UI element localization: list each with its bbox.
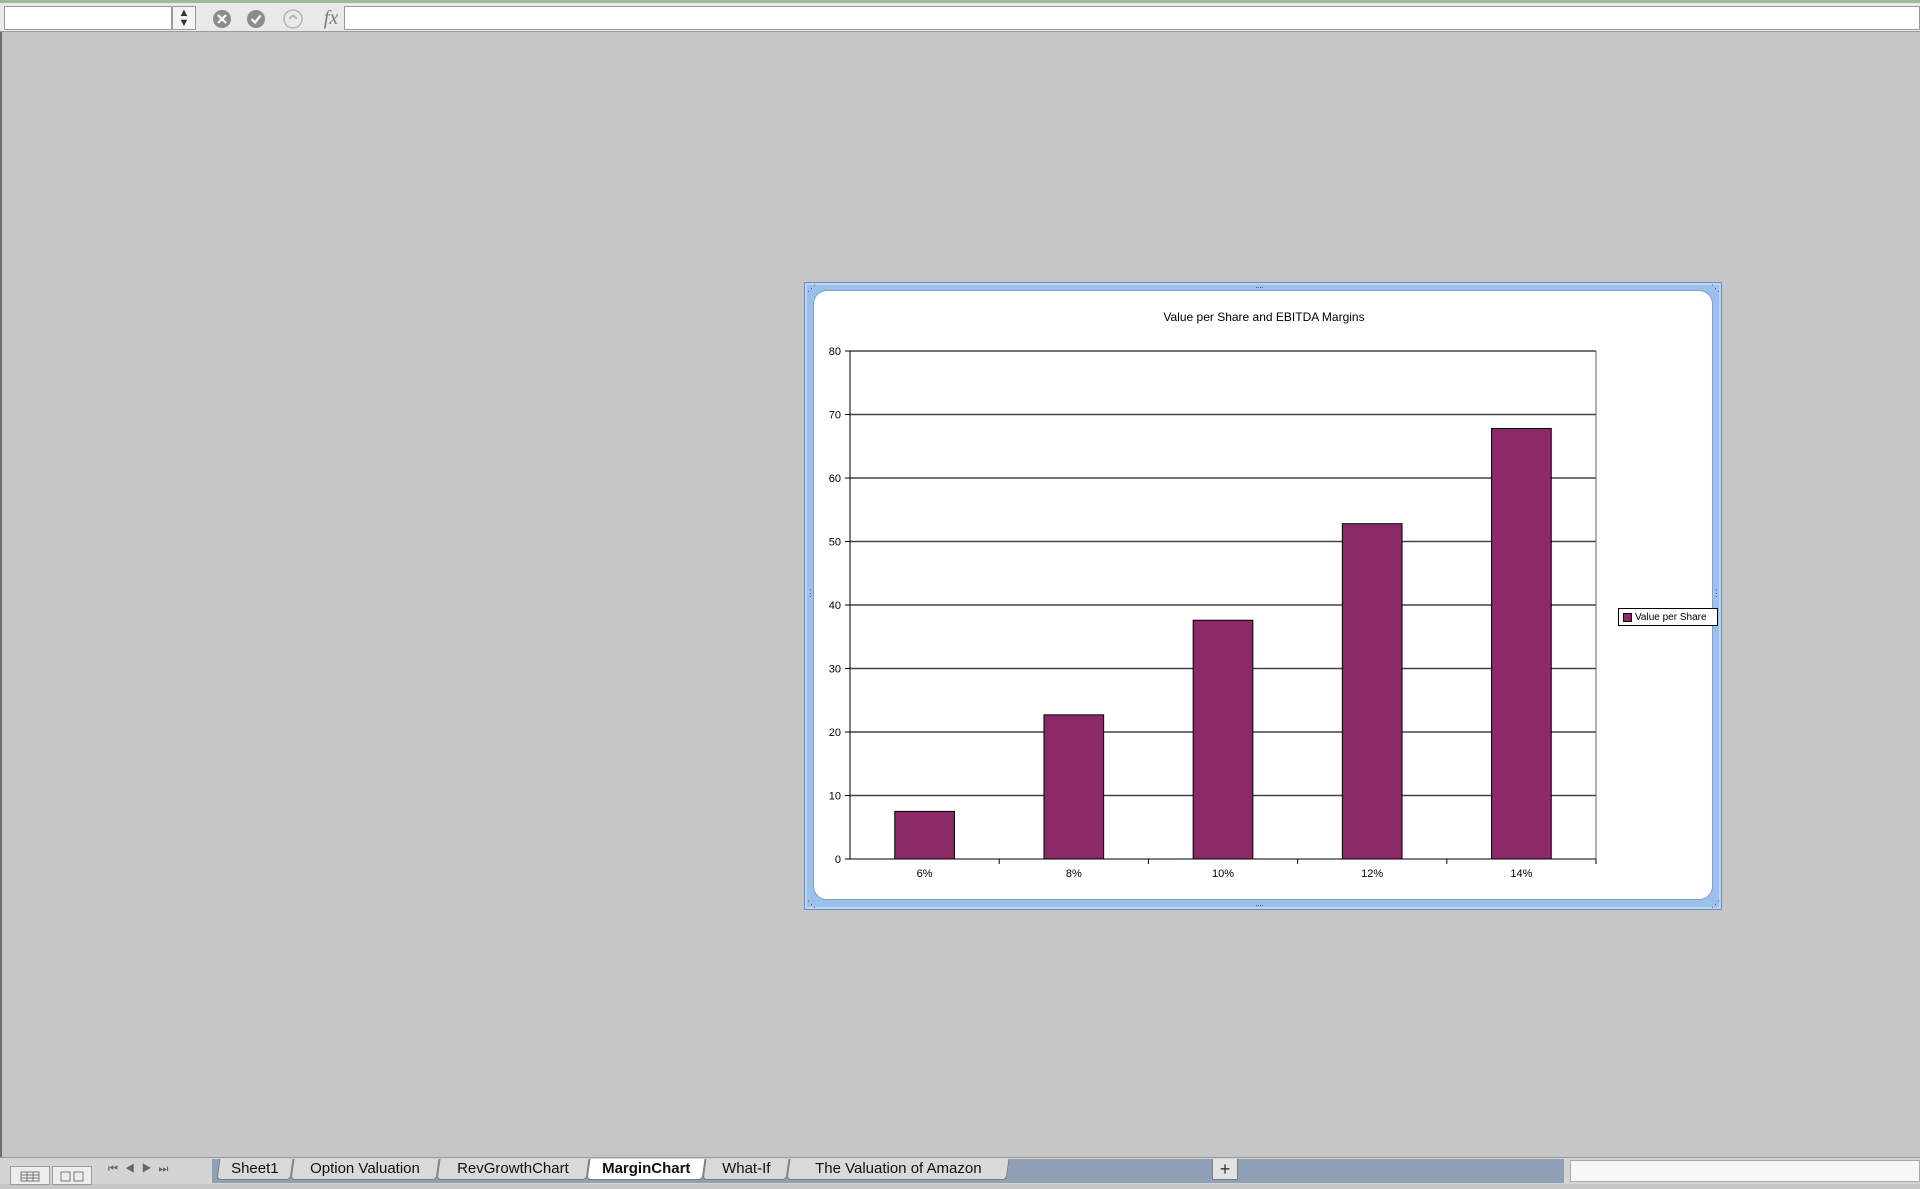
tab-revgrowthchart[interactable]: RevGrowthChart <box>436 1159 590 1180</box>
x-tick-label: 14% <box>1510 868 1532 880</box>
normal-view-icon <box>20 1171 40 1182</box>
next-sheet-icon[interactable]: ▶ <box>142 1163 159 1175</box>
chart-legend[interactable]: Value per Share <box>1618 608 1718 626</box>
bar <box>1491 427 1552 860</box>
cancel-icon[interactable] <box>211 8 233 30</box>
add-sheet-button[interactable]: + <box>1212 1159 1238 1180</box>
last-sheet-icon[interactable]: ⏭ <box>159 1163 176 1175</box>
tab-option-valuation[interactable]: Option Valuation <box>290 1159 440 1180</box>
chart-object[interactable]: ⋰ ···· ⋱ ⋮ ⋮ ⋱ ···· ⋰ Value per Share an… <box>804 282 1722 910</box>
y-tick-label: 10 <box>829 791 841 803</box>
x-tick-label: 12% <box>1361 868 1383 880</box>
y-tick-label: 30 <box>829 664 841 676</box>
x-tick-label: 8% <box>1066 868 1082 880</box>
page-layout-view-button[interactable] <box>52 1166 92 1185</box>
horizontal-scrollbar[interactable] <box>1570 1160 1920 1182</box>
bar <box>1043 714 1105 860</box>
name-box[interactable] <box>4 6 172 30</box>
y-tick-label: 40 <box>829 600 841 612</box>
formula-input[interactable] <box>344 6 1920 30</box>
sheet-tab-bar: ⏮◀▶⏭ Sheet1 Option Valuation RevGrowthCh… <box>0 1157 1920 1185</box>
y-tick-label: 0 <box>835 854 841 866</box>
prev-sheet-icon[interactable]: ◀ <box>125 1163 142 1175</box>
sheet-tabs: Sheet1 Option Valuation RevGrowthChart M… <box>212 1159 1564 1183</box>
bar <box>1192 619 1254 860</box>
tab-what-if[interactable]: What-If <box>702 1159 790 1180</box>
function-wizard-icon[interactable] <box>282 8 304 30</box>
legend-label: Value per Share <box>1635 611 1707 623</box>
chart-title: Value per Share and EBITDA Margins <box>1163 310 1364 324</box>
bar-chart: Value per Share and EBITDA Margins 0 10 20… <box>829 310 1597 880</box>
sheet-navigation: ⏮◀▶⏭ <box>102 1159 194 1179</box>
y-tick-label: 60 <box>829 473 841 485</box>
formula-bar: ▲ ▼ fx <box>0 0 1920 32</box>
y-tick-label: 50 <box>829 537 841 549</box>
y-tick-label: 20 <box>829 727 841 739</box>
y-tick-label: 70 <box>829 410 841 422</box>
first-sheet-icon[interactable]: ⏮ <box>108 1163 125 1175</box>
x-tick-label: 6% <box>917 868 933 880</box>
page-layout-icon <box>60 1171 84 1182</box>
x-tick-label: 10% <box>1212 868 1234 880</box>
y-tick-label: 80 <box>829 346 841 358</box>
resize-handle-bottom-left[interactable]: ⋱ <box>807 900 816 909</box>
name-box-dropdown-icon[interactable]: ▲ ▼ <box>172 6 196 30</box>
tab-marginchart[interactable]: MarginChart <box>586 1159 706 1180</box>
resize-handle-bottom-right[interactable]: ⋰ <box>1711 900 1720 909</box>
tab-valuation-of-amazon[interactable]: The Valuation of Amazon <box>786 1159 1010 1180</box>
bar <box>1341 523 1403 860</box>
resize-handle-bottom[interactable]: ···· <box>1255 901 1264 910</box>
normal-view-button[interactable] <box>10 1166 50 1185</box>
chart-area[interactable]: Value per Share and EBITDA Margins 0 10 20… <box>813 290 1718 900</box>
insert-function-button[interactable]: fx <box>318 6 344 30</box>
bar <box>894 810 955 860</box>
confirm-icon[interactable] <box>245 8 267 30</box>
legend-swatch <box>1623 612 1632 622</box>
window-left-edge <box>0 32 2 1162</box>
tab-sheet1[interactable]: Sheet1 <box>216 1159 294 1180</box>
